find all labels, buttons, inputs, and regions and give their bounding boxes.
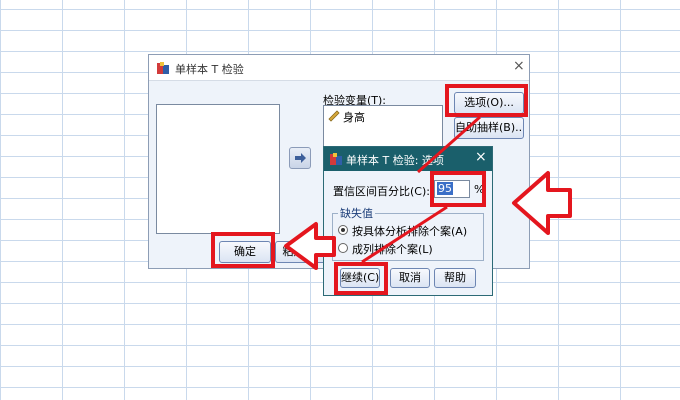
left-arrow-icon [284, 222, 336, 270]
left-arrow-icon [512, 171, 572, 235]
connector-line [417, 115, 481, 174]
connector-line [361, 205, 448, 264]
annotation-overlay [284, 115, 572, 270]
